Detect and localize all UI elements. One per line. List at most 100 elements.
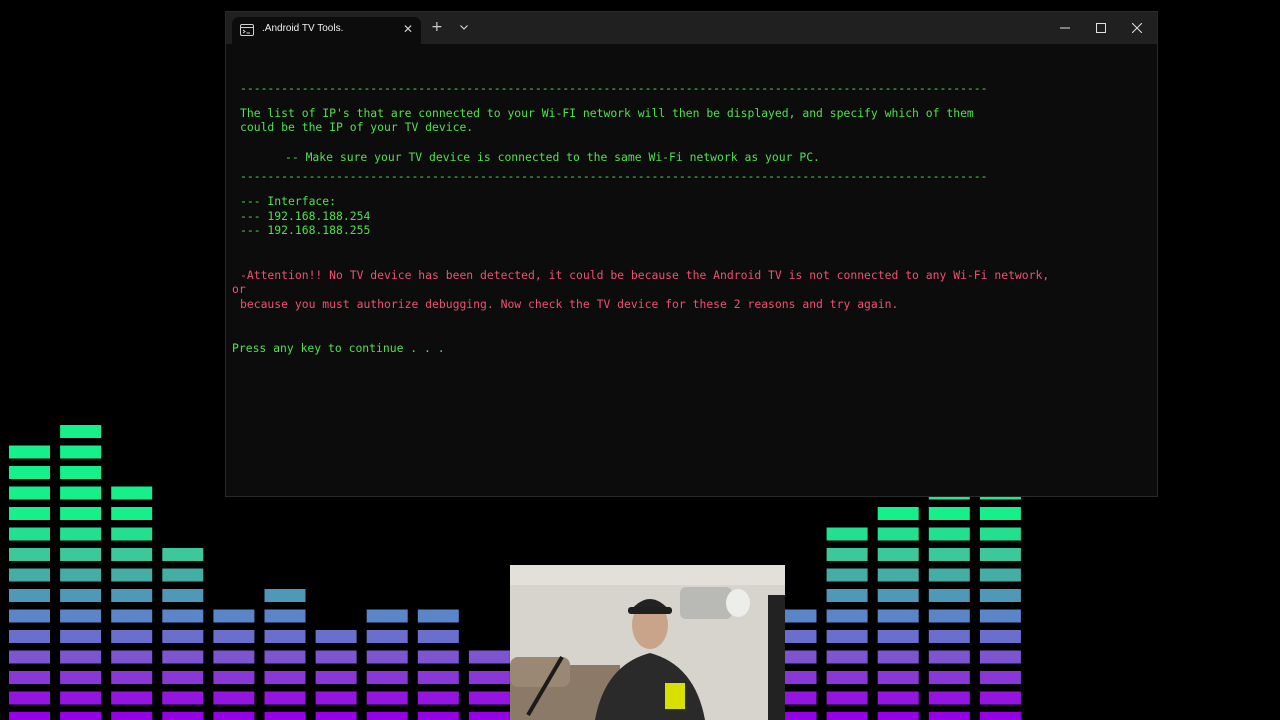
webcam-overlay — [510, 565, 785, 720]
attention-line-3: because you must authorize debugging. No… — [240, 297, 899, 311]
terminal-window: .Android TV Tools. ✕ + -----------------… — [225, 11, 1158, 497]
visualizer-bar — [928, 712, 970, 720]
visualizer-bar — [9, 486, 50, 500]
visualizer-bar — [60, 425, 102, 438]
visualizer-bar — [366, 671, 408, 684]
visualizer-bar — [111, 630, 153, 643]
visualizer-bar — [877, 650, 919, 664]
visualizer-bar — [111, 527, 153, 541]
visualizer-bar — [468, 650, 510, 664]
visualizer-bar — [877, 630, 919, 643]
visualizer-bar — [162, 589, 204, 602]
visualizer-bar — [877, 691, 919, 705]
visualizer-bar — [162, 568, 204, 582]
visualizer-bar — [9, 589, 50, 602]
visualizer-bar — [264, 712, 306, 720]
attention-line-2: or — [232, 282, 246, 296]
visualizer-bar — [979, 589, 1021, 602]
visualizer-bar — [979, 630, 1021, 643]
visualizer-bar — [213, 712, 255, 720]
visualizer-bar — [264, 671, 306, 684]
minimize-icon — [1060, 27, 1070, 29]
visualizer-bar — [417, 691, 459, 705]
visualizer-bar — [979, 691, 1021, 705]
visualizer-bar — [877, 589, 919, 602]
maximize-icon — [1096, 23, 1106, 33]
info-line-1: The list of IP's that are connected to y… — [240, 106, 974, 120]
visualizer-bar — [9, 630, 50, 643]
visualizer-bar — [315, 650, 357, 664]
visualizer-bar — [162, 712, 204, 720]
visualizer-bar — [366, 712, 408, 720]
console-output[interactable]: ----------------------------------------… — [226, 44, 1157, 496]
visualizer-bar — [162, 650, 204, 664]
continue-prompt: Press any key to continue . . . — [232, 341, 445, 355]
visualizer-bar — [877, 671, 919, 684]
maximize-button[interactable] — [1083, 12, 1119, 44]
visualizer-bar — [979, 527, 1021, 541]
visualizer-bar — [928, 691, 970, 705]
visualizer-bar — [9, 691, 50, 705]
tab-android-tv-tools[interactable]: .Android TV Tools. ✕ — [232, 17, 421, 44]
visualizer-bar — [877, 527, 919, 541]
visualizer-bar — [877, 712, 919, 720]
visualizer-bar — [9, 671, 50, 684]
visualizer-bar — [979, 650, 1021, 664]
close-window-icon — [1132, 23, 1142, 33]
visualizer-bar — [366, 609, 408, 623]
plus-icon[interactable]: + — [431, 19, 443, 35]
visualizer-bar — [877, 568, 919, 582]
visualizer-bar — [979, 568, 1021, 582]
title-bar: .Android TV Tools. ✕ + — [226, 12, 1157, 44]
minimize-button[interactable] — [1047, 12, 1083, 44]
visualizer-bar — [979, 671, 1021, 684]
separator-top: ----------------------------------------… — [240, 81, 988, 95]
visualizer-bar — [60, 527, 102, 541]
visualizer-bar — [928, 527, 970, 541]
visualizer-bar — [417, 650, 459, 664]
info-line-2: could be the IP of your TV device. — [240, 120, 474, 134]
visualizer-bar — [979, 712, 1021, 720]
close-window-button[interactable] — [1119, 12, 1155, 44]
visualizer-bar — [417, 630, 459, 643]
visualizer-bar — [111, 609, 153, 623]
visualizer-bar — [111, 548, 153, 561]
visualizer-bar — [111, 712, 153, 720]
visualizer-bar — [468, 712, 510, 720]
webcam-feed — [510, 565, 785, 720]
ip-address-1: --- 192.168.188.254 — [240, 209, 371, 223]
visualizer-bar — [60, 630, 102, 643]
visualizer-bar — [162, 630, 204, 643]
visualizer-bar — [60, 568, 102, 582]
visualizer-bar — [60, 609, 102, 623]
visualizer-bar — [60, 507, 102, 520]
visualizer-bar — [417, 712, 459, 720]
chevron-down-icon[interactable] — [458, 21, 470, 33]
visualizer-bar — [366, 691, 408, 705]
visualizer-bar — [826, 630, 868, 643]
visualizer-bar — [60, 466, 102, 479]
visualizer-bar — [213, 630, 255, 643]
visualizer-bar — [928, 568, 970, 582]
visualizer-bar — [315, 630, 357, 643]
visualizer-bar — [60, 589, 102, 602]
visualizer-bar — [826, 650, 868, 664]
separator-bottom: ----------------------------------------… — [240, 169, 988, 183]
info-line-3: -- Make sure your TV device is connected… — [285, 150, 820, 164]
visualizer-bar — [60, 691, 102, 705]
visualizer-bar — [979, 507, 1021, 520]
visualizer-bar — [9, 650, 50, 664]
visualizer-bar — [162, 691, 204, 705]
visualizer-bar — [111, 507, 153, 520]
visualizer-bar — [9, 466, 50, 479]
visualizer-bar — [877, 507, 919, 520]
close-icon[interactable]: ✕ — [403, 22, 413, 36]
visualizer-bar — [928, 589, 970, 602]
visualizer-bar — [213, 650, 255, 664]
visualizer-bar — [264, 630, 306, 643]
visualizer-bar — [468, 691, 510, 705]
visualizer-bar — [877, 609, 919, 623]
visualizer-bar — [9, 609, 50, 623]
visualizer-bar — [111, 486, 153, 500]
visualizer-bar — [417, 671, 459, 684]
